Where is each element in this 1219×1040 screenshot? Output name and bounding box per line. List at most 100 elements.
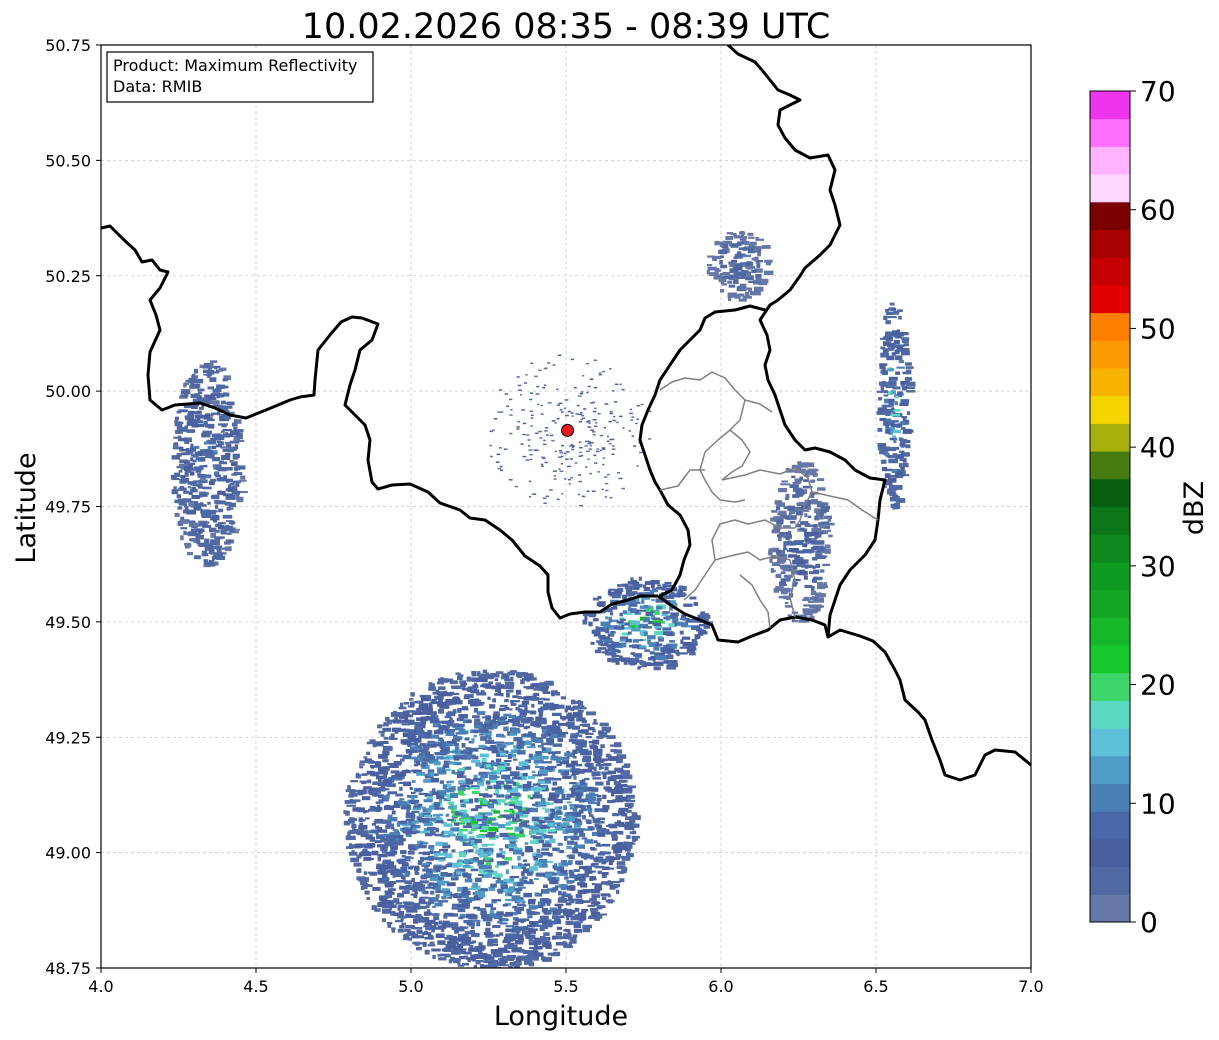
echo-pixel [625, 638, 632, 643]
echo-pixel [487, 843, 495, 846]
echo-pixel [377, 856, 382, 862]
echo-pixel [566, 880, 575, 884]
echo-pixel [792, 540, 802, 545]
echo-pixel [784, 496, 789, 500]
echo-pixel [657, 584, 662, 587]
echo-pixel [607, 633, 615, 637]
echo-pixel [574, 907, 580, 912]
echo-pixel [474, 798, 479, 803]
echo-pixel [423, 911, 431, 916]
echo-pixel [475, 698, 480, 703]
echo-pixel [492, 925, 501, 929]
echo-pixel [405, 813, 415, 818]
echo-pixel [227, 449, 234, 453]
echo-pixel [579, 723, 583, 726]
echo-pixel [574, 828, 584, 834]
echo-pixel [537, 787, 546, 790]
echo-pixel [884, 332, 891, 337]
echo-pixel [464, 878, 473, 883]
echo-pixel [353, 862, 362, 867]
echo-pixel [799, 476, 804, 481]
echo-pixel [459, 799, 464, 802]
echo-pixel [399, 786, 403, 791]
echo-pixel [427, 807, 432, 813]
echo-pixel [418, 792, 428, 795]
echo-pixel [573, 387, 577, 389]
echo-pixel [491, 776, 500, 779]
echo-pixel [547, 853, 553, 857]
echo-pixel [484, 958, 490, 961]
echo-pixel [229, 482, 235, 486]
echo-pixel [477, 780, 484, 784]
echo-pixel [386, 823, 393, 827]
echo-pixel [499, 469, 503, 472]
echo-pixel [174, 442, 178, 446]
echo-pixel [345, 835, 351, 841]
echo-pixel [576, 718, 585, 722]
echo-pixel [616, 774, 624, 780]
echo-pixel [611, 631, 615, 634]
echo-pixel [780, 571, 786, 574]
echo-pixel [425, 927, 432, 931]
echo-pixel [503, 674, 509, 677]
echo-pixel [505, 827, 513, 830]
echo-pixel [435, 841, 443, 846]
echo-pixel [417, 756, 427, 759]
echo-pixel [579, 413, 583, 416]
echo-pixel [505, 950, 510, 953]
echo-pixel [563, 805, 568, 810]
echo-pixel [446, 712, 456, 717]
echo-pixel [810, 499, 818, 504]
echo-pixel [519, 878, 525, 883]
echo-pixel [734, 253, 743, 259]
echo-pixel [527, 445, 531, 447]
echo-pixel [552, 703, 559, 708]
echo-pixel [557, 722, 567, 726]
echo-pixel [588, 422, 591, 424]
echo-pixel [530, 683, 537, 688]
echo-pixel [602, 794, 607, 800]
echo-pixel [375, 832, 379, 835]
echo-pixel [556, 404, 560, 406]
echo-pixel [449, 793, 459, 799]
colorbar-bin [1090, 589, 1130, 618]
echo-pixel [379, 853, 388, 858]
echo-pixel [616, 620, 624, 624]
echo-pixel [906, 386, 916, 389]
echo-pixel [547, 402, 552, 404]
echo-pixel [441, 927, 445, 933]
echo-pixel [208, 439, 217, 445]
echo-pixel [756, 263, 761, 268]
echo-pixel [812, 531, 819, 535]
echo-pixel [200, 511, 209, 514]
echo-pixel [513, 723, 517, 726]
echo-pixel [625, 586, 632, 590]
echo-pixel [382, 845, 389, 849]
echo-pixel [485, 921, 491, 927]
echo-pixel [881, 466, 888, 472]
echo-pixel [230, 520, 235, 525]
echo-pixel [783, 545, 787, 548]
echo-pixel [389, 765, 399, 768]
echo-pixel [433, 761, 441, 766]
echo-pixel [583, 889, 593, 893]
echo-pixel [599, 722, 609, 727]
echo-pixel [219, 460, 224, 464]
echo-pixel [542, 443, 547, 446]
echo-pixel [413, 763, 419, 767]
echo-pixel [524, 842, 529, 845]
echo-pixel [587, 426, 592, 428]
echo-pixel [583, 408, 587, 410]
echo-pixel [639, 661, 646, 666]
echo-pixel [210, 516, 220, 521]
echo-pixel [902, 457, 907, 463]
echo-pixel [457, 898, 463, 901]
echo-pixel [887, 316, 897, 319]
echo-pixel [534, 892, 539, 896]
echo-pixel [220, 532, 228, 535]
echo-pixel [880, 443, 886, 447]
echo-pixel [561, 797, 571, 801]
echo-pixel [423, 822, 433, 827]
echo-pixel [475, 805, 482, 809]
echo-pixel [381, 918, 386, 922]
